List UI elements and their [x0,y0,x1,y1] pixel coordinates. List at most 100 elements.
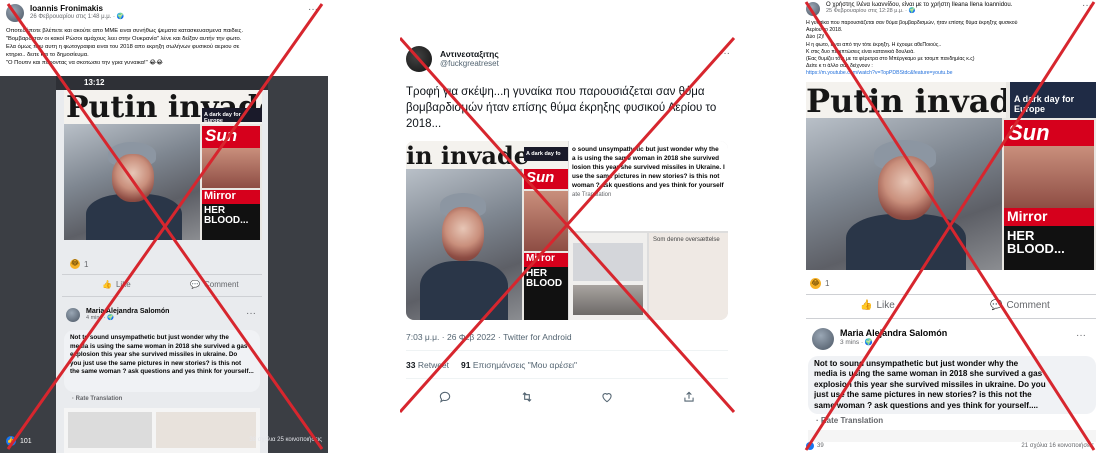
retweet-stat[interactable]: 33 Retweet [406,360,449,370]
comment-text-line: media is using the same woman in 2018 sh… [814,369,1043,379]
post-text-line: Δύο (2)! [806,34,825,41]
tweet-rate-translation: ate Translation [572,192,612,198]
tweet-author-handle[interactable]: @fuckgreatreset [440,59,499,68]
comment-header: Maria Alejandra Salomón 3 mins · 🌍 [812,328,947,350]
shared-article-preview[interactable] [808,430,1096,442]
post-text-line: "Ο Πουτιν και παροντας να σκοτωσει την γ… [6,60,163,66]
rate-translation-link[interactable]: · Rate Translation [72,396,122,402]
post-text-line: Ελα όμως που αυτη η φωτογραφια ειναι του… [6,44,240,50]
tweet-comment-line: woman ? ask questions and yes think for … [572,182,724,189]
post-image[interactable]: 13:12 Putin invade A dark day for Europe… [0,76,328,453]
footer-reaction-count: 39 [817,443,824,449]
author-avatar[interactable] [6,4,24,22]
tweet-comment-line: use the same pictures in new stories? is… [572,173,720,180]
heart-icon[interactable] [600,390,614,404]
like-label: Like [115,280,131,289]
comment-options-icon[interactable]: ··· [1076,330,1086,341]
comment-meta: 3 mins · 🌍 [840,339,874,346]
commenter-avatar[interactable] [66,308,80,322]
commenter-name[interactable]: Maria Alejandra Salomón [840,328,947,338]
shared-article-preview[interactable] [64,408,260,453]
comment-options-icon[interactable]: ··· [246,308,256,319]
post-text-line: κτηριο.. δειτε και το δημοσίευμα. [6,52,89,58]
reply-icon[interactable] [438,390,452,404]
tweet-article-image [569,233,647,320]
tweet-comment-line: a is using the same woman in 2018 she su… [572,155,720,162]
like-button[interactable]: 👍 Like [102,280,131,289]
tweet-stats[interactable]: 33 Retweet 91 Επισημάνσεις "Μου αρέσει" [406,360,577,370]
reaction-count: 1 [84,259,89,269]
rate-translation-link[interactable]: · Rate Translation [816,416,883,425]
comment-bubble: Not to sound unsympathetic but just wond… [64,330,260,392]
haha-reaction-icon: 😂 [70,259,80,269]
like-reaction-icon [806,442,814,450]
retweet-label: Retweet [417,360,450,370]
facebook-post-screenshot-right: Ο χρήστης Ιλένα Ιωαννίδου, είναι με το χ… [800,0,1098,453]
reaction-count: 1 [825,279,830,288]
reaction-summary[interactable]: 😂 1 [810,278,829,289]
post-footer-reactions[interactable]: 👍 101 [6,436,32,446]
post-footer-reactions[interactable]: 39 [806,442,824,450]
newspaper-side-label: A dark day for Europe [1010,82,1096,118]
tweet-media[interactable]: in invade A dark day fo Sun Mirror HER B… [406,141,728,320]
newspaper-side-label: A dark day for Europe [202,108,262,124]
phone-clock: 13:12 [84,78,105,87]
comment-text-line: the same woman ? ask questions and yes t… [70,368,254,376]
post-text-line: Η γυναίκα που παρουσιάζεται σαν θύμα βομ… [806,20,1018,26]
tweet-comment-line: losion this year she survived missiles i… [572,164,725,171]
post-text-line: Οποτεδήποτε βλέπετε και ακούτε απο ΜΜΕ ε… [6,28,244,34]
haha-reaction-icon: 😂 [810,278,821,289]
tweet-comment-line: o sound unsympathetic but just wonder wh… [572,146,719,153]
more-options-icon[interactable]: ··· [308,4,318,15]
comment-label: Comment [1006,300,1050,311]
post-link[interactable]: https://m.youtube.com/watch?v=TopPDBStdc… [806,70,1096,77]
author-name[interactable]: Ioannis Fronimakis [30,4,124,13]
comment-text-line: explosion this year she survived missile… [70,351,238,359]
tweet-comment-image: o sound unsympathetic but just wonder wh… [569,141,728,231]
comment-icon: 💬 [990,300,1003,311]
thumbs-up-icon: 👍 [860,300,873,311]
tweet-inset-image: Som denne oversættelse [649,233,728,320]
sun-logo: Sun [1004,120,1094,146]
reaction-summary[interactable]: 😂 1 [70,259,88,269]
comment-header: Maria Alejandra Salomón 4 mins · 🌍 [66,308,169,322]
retweet-count: 33 [406,360,416,370]
tweet-author-name[interactable]: Αντινεοταξιτης [440,49,499,59]
tweet-inset-caption: Som denne oversættelse [653,237,720,243]
tweet-author-avatar[interactable] [406,46,432,72]
tweet-timestamp[interactable]: 7:03 μ.μ. · 26 Φεβ 2022 · Twitter for An… [406,332,572,342]
like-stat-label: Επισημάνσεις "Μου αρέσει" [472,360,578,370]
like-label: Like [876,300,895,311]
like-stat[interactable]: 91 Επισημάνσεις "Μου αρέσει" [461,360,577,370]
footer-reaction-count: 101 [20,437,32,445]
comment-button[interactable]: 💬 Comment [190,280,239,289]
comment-label: Comment [203,280,239,289]
newspaper-collage[interactable]: Putin invade A dark day for Europe Sun M… [806,82,1096,270]
share-icon[interactable] [682,390,696,404]
author-avatar[interactable] [806,2,820,16]
post-text-line: Δείτε κ τι άλλο σας δείχνουν : [806,63,873,70]
commenter-name[interactable]: Maria Alejandra Salomón [86,308,169,315]
like-button[interactable]: 👍 Like [860,300,895,311]
like-count: 91 [461,360,471,370]
comment-text-line: Not to sound unsympathetic but just wond… [814,359,1019,368]
woman-photo [64,124,200,240]
post-footer-stats[interactable]: 21 σχόλια 16 κοινοποιήσεις [1021,443,1094,449]
phone-screen: 13:12 Putin invade A dark day for Europe… [56,76,268,453]
newspaper-headline: Putin invade [806,82,1006,118]
post-text-line: (Εας θυμίζει τότε με τα φέρετρα στο Μπέρ… [806,56,975,63]
commenter-avatar[interactable] [812,328,834,350]
like-reaction-icon: 👍 [6,436,16,446]
tweet-newspaper-side-label: A dark day fo [524,147,568,161]
mirror-logo: Mirror [1004,208,1094,226]
more-options-icon[interactable]: ··· [1082,0,1092,11]
comment-button[interactable]: 💬 Comment [990,300,1050,311]
retweet-icon[interactable] [520,390,534,404]
tweet-header: Αντινεοταξιτης @fuckgreatreset [406,46,499,72]
post-footer-stats[interactable]: 38 σχόλια 25 κοινοποιήσεις [249,437,322,443]
thumbs-up-icon: 👍 [102,280,112,289]
post-meta: 25 Φεβρουαρίου στις 12:28 μ.μ. · 🌍 [826,8,916,14]
woman-photo [806,118,1002,270]
tweet-more-icon[interactable]: ··· [720,48,730,59]
newspaper-collage: Putin invade A dark day for Europe Sun M… [64,90,262,240]
